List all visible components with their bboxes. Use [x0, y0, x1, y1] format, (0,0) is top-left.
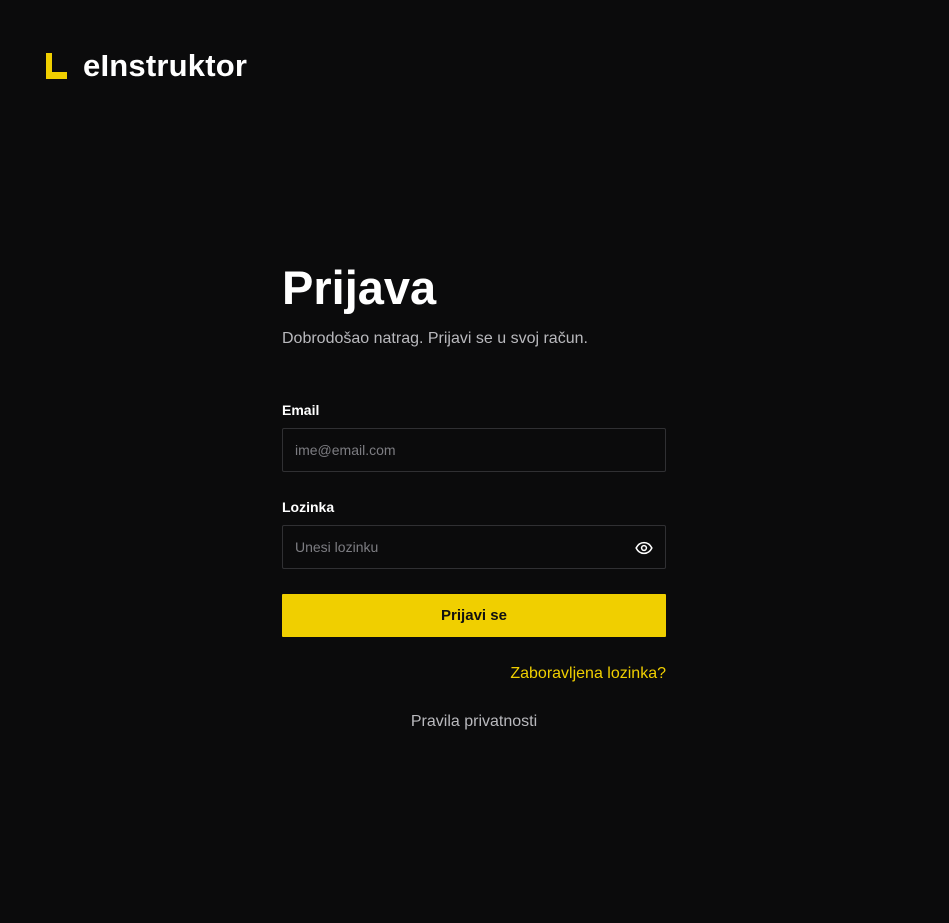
- password-input[interactable]: [283, 526, 665, 568]
- privacy-policy-link[interactable]: Pravila privatnosti: [411, 713, 537, 730]
- brand-name: eInstruktor: [83, 48, 248, 83]
- forgot-row: Zaboravljena lozinka?: [282, 663, 666, 685]
- email-input[interactable]: [283, 429, 665, 471]
- page-subtitle: Dobrodošao natrag. Prijavi se u svoj rač…: [282, 330, 588, 347]
- login-form: Prijava Dobrodošao natrag. Prijavi se u …: [282, 258, 666, 733]
- logo-l-icon: [46, 53, 67, 79]
- login-button[interactable]: Prijavi se: [282, 594, 666, 637]
- page-title: Prijava: [282, 261, 437, 314]
- login-page: eInstruktor Prijava Dobrodošao natrag. P…: [0, 0, 949, 923]
- forgot-password-link[interactable]: Zaboravljena lozinka?: [510, 665, 666, 682]
- password-label: Lozinka: [282, 499, 335, 515]
- privacy-row: Pravila privatnosti: [282, 711, 666, 733]
- brand-logo[interactable]: eInstruktor: [46, 46, 247, 86]
- email-field-wrapper: [282, 428, 666, 472]
- email-label: Email: [282, 402, 320, 418]
- eye-icon[interactable]: [635, 539, 653, 557]
- password-field-wrapper: [282, 525, 666, 569]
